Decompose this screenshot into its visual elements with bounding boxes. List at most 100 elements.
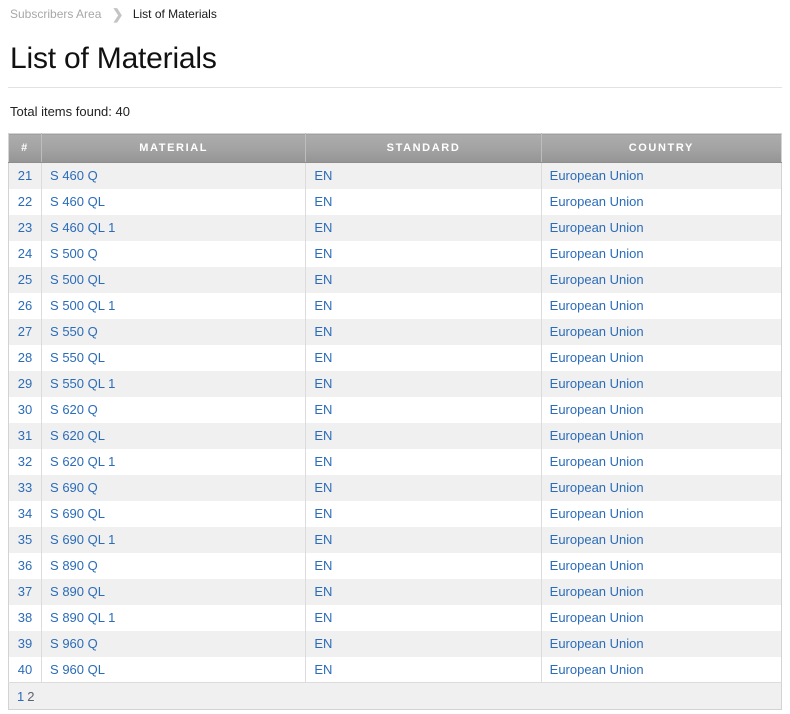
standard-link[interactable]: EN: [314, 506, 332, 521]
table-row[interactable]: 34 S 690 QL EN European Union: [9, 501, 782, 527]
standard-link[interactable]: EN: [314, 402, 332, 417]
country-link[interactable]: European Union: [550, 324, 644, 339]
pagination-page-1[interactable]: 1: [17, 689, 24, 704]
standard-link[interactable]: EN: [314, 610, 332, 625]
material-link[interactable]: S 550 QL: [50, 350, 105, 365]
country-link[interactable]: European Union: [550, 246, 644, 261]
material-link[interactable]: S 620 Q: [50, 402, 98, 417]
cell-standard: EN: [306, 449, 541, 475]
table-row[interactable]: 31S 620 QLENEuropean Union: [9, 423, 782, 449]
cell-country: European Union: [541, 631, 781, 657]
material-link[interactable]: S 460 QL 1: [50, 220, 115, 235]
country-link[interactable]: European Union: [550, 350, 644, 365]
column-header-number[interactable]: #: [9, 134, 42, 163]
table-row[interactable]: 40S 960 QLENEuropean Union: [9, 657, 782, 683]
material-link[interactable]: S 550 Q: [50, 324, 98, 339]
standard-link[interactable]: EN: [314, 220, 332, 235]
column-header-country[interactable]: COUNTRY: [541, 134, 781, 163]
table-row[interactable]: 33S 690 QENEuropean Union: [9, 475, 782, 501]
material-link[interactable]: S 550 QL 1: [50, 376, 115, 391]
material-link[interactable]: S 960 Q: [50, 636, 98, 651]
material-link[interactable]: S 960 QL: [50, 662, 105, 677]
standard-link[interactable]: EN: [314, 350, 332, 365]
country-link[interactable]: European Union: [550, 272, 644, 287]
table-row[interactable]: 39S 960 QENEuropean Union: [9, 631, 782, 657]
table-row[interactable]: 23S 460 QL 1ENEuropean Union: [9, 215, 782, 241]
material-link[interactable]: S 690 QL: [50, 506, 105, 521]
standard-link[interactable]: EN: [314, 272, 332, 287]
table-row[interactable]: 38S 890 QL 1ENEuropean Union: [9, 605, 782, 631]
standard-link[interactable]: EN: [314, 324, 332, 339]
country-link[interactable]: European Union: [550, 194, 644, 209]
table-header: # MATERIAL STANDARD COUNTRY: [9, 134, 782, 163]
pagination-cell: 12: [9, 683, 782, 710]
table-row[interactable]: 24S 500 QENEuropean Union: [9, 241, 782, 267]
cell-standard: EN: [306, 397, 541, 423]
country-link[interactable]: European Union: [550, 532, 644, 547]
material-link[interactable]: S 620 QL 1: [50, 454, 115, 469]
material-link[interactable]: S 690 Q: [50, 480, 98, 495]
country-link[interactable]: European Union: [550, 454, 644, 469]
table-row[interactable]: 28S 550 QLENEuropean Union: [9, 345, 782, 371]
table-row[interactable]: 27S 550 QENEuropean Union: [9, 319, 782, 345]
country-link[interactable]: European Union: [550, 480, 644, 495]
table-row[interactable]: 35 S 690 QL 1 EN European Union: [9, 527, 782, 553]
cell-row-number: 35: [9, 527, 42, 553]
country-link[interactable]: European Union: [550, 558, 644, 573]
country-link[interactable]: European Union: [550, 506, 644, 521]
column-header-standard[interactable]: STANDARD: [306, 134, 541, 163]
standard-link[interactable]: EN: [314, 558, 332, 573]
country-link[interactable]: European Union: [550, 402, 644, 417]
page-container: Subscribers Area ❯ List of Materials Lis…: [0, 0, 790, 710]
cell-row-number: 34: [9, 501, 42, 527]
table-row[interactable]: 22S 460 QLENEuropean Union: [9, 189, 782, 215]
country-link[interactable]: European Union: [550, 298, 644, 313]
table-row[interactable]: 29S 550 QL 1ENEuropean Union: [9, 371, 782, 397]
standard-link[interactable]: EN: [314, 194, 332, 209]
material-link[interactable]: S 890 QL 1: [50, 610, 115, 625]
country-link[interactable]: European Union: [550, 428, 644, 443]
column-header-material[interactable]: MATERIAL: [42, 134, 306, 163]
country-link[interactable]: European Union: [550, 220, 644, 235]
material-link[interactable]: S 500 QL: [50, 272, 105, 287]
cell-material: S 890 QL 1: [42, 605, 306, 631]
cell-row-number: 25: [9, 267, 42, 293]
standard-link[interactable]: EN: [314, 428, 332, 443]
material-link[interactable]: S 620 QL: [50, 428, 105, 443]
cell-standard: EN: [306, 371, 541, 397]
standard-link[interactable]: EN: [314, 298, 332, 313]
material-link[interactable]: S 460 QL: [50, 194, 105, 209]
material-link[interactable]: S 690 QL 1: [50, 532, 115, 547]
country-link[interactable]: European Union: [550, 584, 644, 599]
country-link[interactable]: European Union: [550, 376, 644, 391]
table-row[interactable]: 25 S 500 QL EN European Union: [9, 267, 782, 293]
table-row[interactable]: 36S 890 QENEuropean Union: [9, 553, 782, 579]
cell-country: European Union: [541, 215, 781, 241]
material-link[interactable]: S 890 QL: [50, 584, 105, 599]
material-link[interactable]: S 460 Q: [50, 168, 98, 183]
standard-link[interactable]: EN: [314, 532, 332, 547]
country-link[interactable]: European Union: [550, 610, 644, 625]
cell-material: S 550 QL 1: [42, 371, 306, 397]
table-row[interactable]: 21S 460 QENEuropean Union: [9, 163, 782, 189]
total-items-found: Total items found: 40: [10, 104, 782, 120]
material-link[interactable]: S 890 Q: [50, 558, 98, 573]
material-link[interactable]: S 500 Q: [50, 246, 98, 261]
country-link[interactable]: European Union: [550, 662, 644, 677]
breadcrumb-link-subscribers-area[interactable]: Subscribers Area: [10, 7, 101, 21]
standard-link[interactable]: EN: [314, 246, 332, 261]
standard-link[interactable]: EN: [314, 376, 332, 391]
table-row[interactable]: 37S 890 QLENEuropean Union: [9, 579, 782, 605]
standard-link[interactable]: EN: [314, 480, 332, 495]
table-row[interactable]: 32S 620 QL 1ENEuropean Union: [9, 449, 782, 475]
standard-link[interactable]: EN: [314, 662, 332, 677]
material-link[interactable]: S 500 QL 1: [50, 298, 115, 313]
standard-link[interactable]: EN: [314, 454, 332, 469]
standard-link[interactable]: EN: [314, 636, 332, 651]
table-row[interactable]: 30S 620 QENEuropean Union: [9, 397, 782, 423]
standard-link[interactable]: EN: [314, 584, 332, 599]
country-link[interactable]: European Union: [550, 168, 644, 183]
table-row[interactable]: 26S 500 QL 1ENEuropean Union: [9, 293, 782, 319]
country-link[interactable]: European Union: [550, 636, 644, 651]
standard-link[interactable]: EN: [314, 168, 332, 183]
